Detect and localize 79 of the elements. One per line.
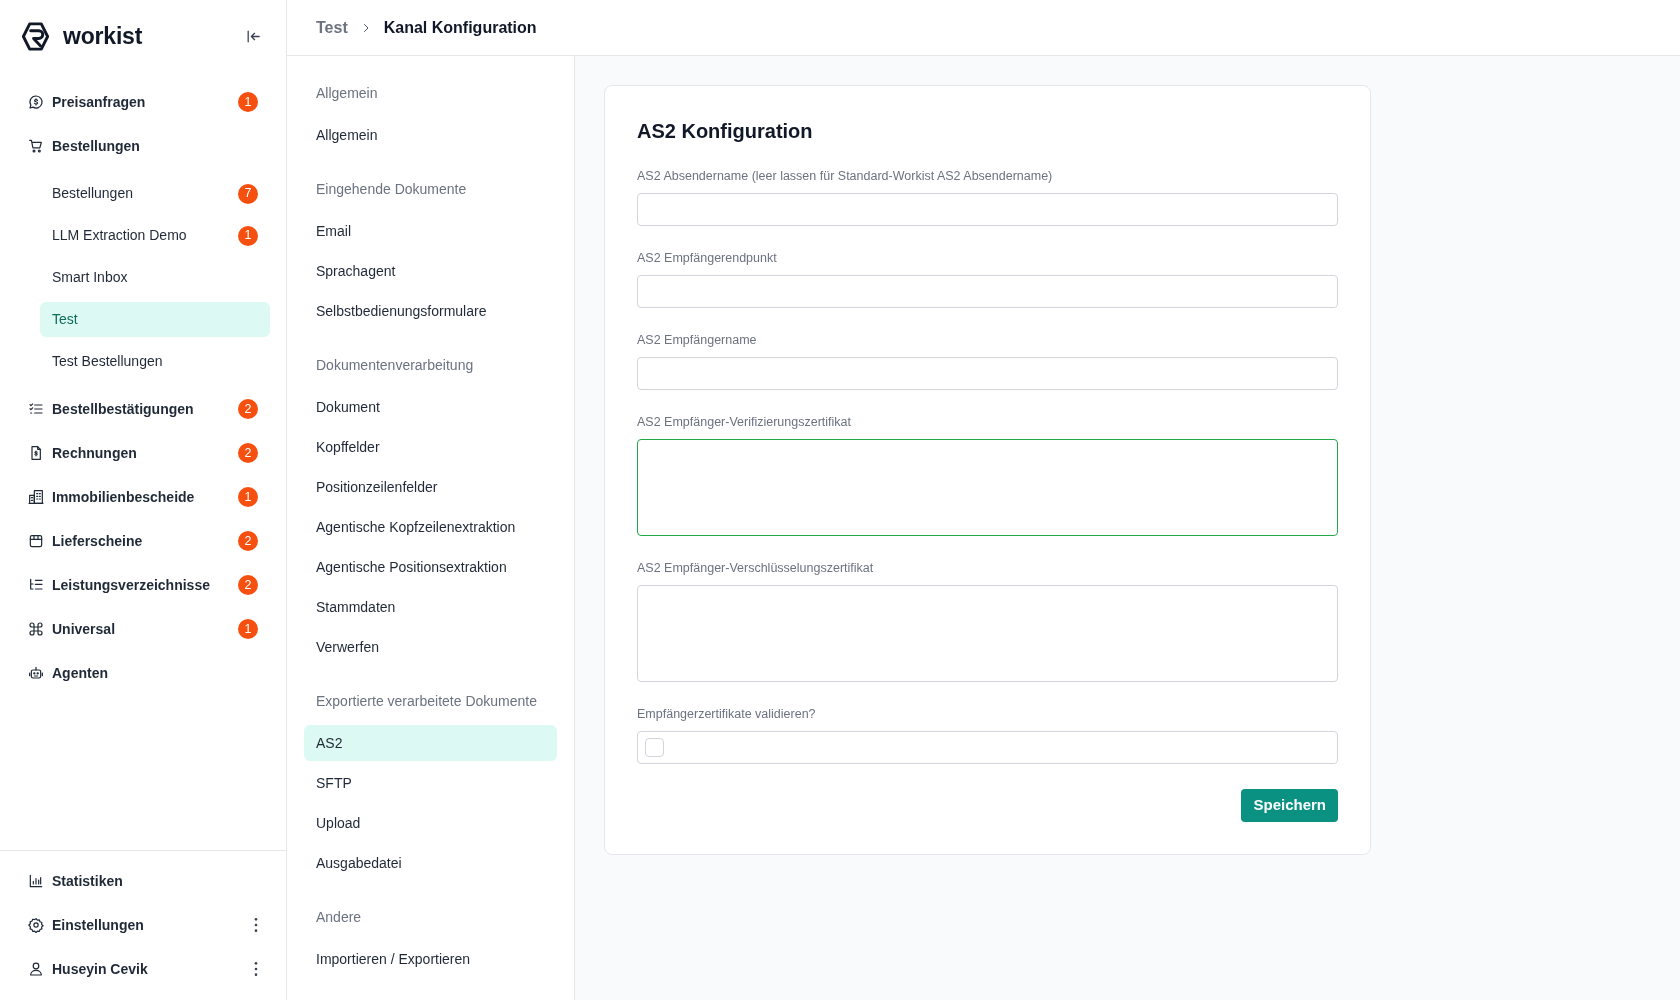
sidebar-subitem[interactable]: Bestellungen 7 [40, 176, 270, 211]
count-badge: 1 [238, 487, 258, 507]
section-heading: Dokumentenverarbeitung [316, 355, 474, 375]
field-label: AS2 Empfängername [637, 332, 758, 348]
page-title: Kanal Konfiguration [383, 17, 537, 38]
checklist-icon [28, 401, 44, 417]
settings-nav-item[interactable]: Upload [304, 805, 557, 841]
settings-nav-item[interactable]: AS2 [304, 725, 557, 761]
input-field[interactable] [637, 193, 1338, 226]
settings-nav-item[interactable]: Agentische Positionsextraktion [304, 549, 557, 585]
input-field[interactable] [637, 275, 1338, 308]
settings-nav-item[interactable]: Agentische Kopfzeilenextraktion [304, 509, 557, 545]
bar-chart-icon [28, 873, 44, 889]
sidebar-subitem[interactable]: LLM Extraction Demo 1 [40, 218, 270, 253]
settings-nav-item[interactable]: Sprachagent [304, 253, 557, 289]
sidebar-item[interactable]: Preisanfragen 1 [16, 80, 270, 124]
logo-icon [20, 20, 51, 52]
sidebar-item[interactable]: Lieferscheine 2 [16, 519, 270, 563]
settings-icon [28, 917, 44, 933]
sidebar-subitem[interactable]: Test Bestellungen [40, 344, 270, 379]
buildings-icon [28, 489, 44, 505]
box-icon [28, 533, 44, 549]
user-icon [28, 961, 44, 977]
breadcrumb-link[interactable]: Test [316, 15, 348, 40]
count-badge: 2 [238, 399, 258, 419]
settings-nav-item[interactable]: Verwerfen [304, 629, 557, 665]
text-area[interactable] [637, 585, 1338, 682]
count-badge: 2 [238, 531, 258, 551]
sidebar-item[interactable]: Bestellbestätigungen 2 [16, 387, 270, 431]
settings-nav-item[interactable]: Email [304, 213, 557, 249]
invoice-icon [28, 445, 44, 461]
count-badge: 2 [238, 443, 258, 463]
checkbox[interactable] [645, 738, 664, 757]
cart-icon [28, 138, 44, 154]
count-badge: 1 [238, 92, 258, 112]
sidebar-item[interactable]: Statistiken [16, 859, 270, 903]
sidebar-item[interactable]: Einstellungen [16, 903, 270, 947]
brand-name: workist [63, 24, 143, 48]
text-area[interactable] [637, 439, 1338, 536]
sidebar-item[interactable]: Rechnungen 2 [16, 431, 270, 475]
settings-nav-item[interactable]: Stammdaten [304, 589, 557, 625]
kebab-icon[interactable] [254, 918, 258, 932]
sidebar-item[interactable]: Bestellungen [16, 124, 270, 168]
sidebar-item[interactable]: Huseyin Cevik [16, 947, 270, 991]
settings-nav-item[interactable]: Kopffelder [304, 429, 557, 465]
sidebar-subitem[interactable]: Test [40, 302, 270, 337]
settings-nav-item[interactable]: Positionzeilenfelder [304, 469, 557, 505]
sidebar-item[interactable]: Immobilienbescheide 1 [16, 475, 270, 519]
settings-nav-item[interactable]: Ausgabedatei [304, 845, 557, 881]
settings-nav-item[interactable]: Importieren / Exportieren [304, 941, 557, 977]
save-button[interactable]: Speichern [1241, 789, 1338, 822]
chat-dollar-icon [28, 94, 44, 110]
sidebar-item[interactable]: Leistungsverzeichnisse 2 [16, 563, 270, 607]
list-tree-icon [28, 577, 44, 593]
section-heading: Exportierte verarbeitete Dokumente [316, 691, 537, 711]
field-label: AS2 Absendername (leer lassen für Standard-Workist AS2 Absendername) [637, 168, 1054, 184]
input-field[interactable] [637, 357, 1338, 390]
form-title: AS2 Konfiguration [637, 119, 814, 144]
settings-nav-item[interactable]: Dokument [304, 389, 557, 425]
command-icon [28, 621, 44, 637]
sidebar-item[interactable]: Universal 1 [16, 607, 270, 651]
section-heading: Andere [316, 907, 362, 927]
settings-nav-item[interactable]: Selbstbedienungsformulare [304, 293, 557, 329]
settings-nav-item[interactable]: Allgemein [304, 117, 557, 153]
sidebar-subitem[interactable]: Smart Inbox [40, 260, 270, 295]
count-badge: 2 [238, 575, 258, 595]
settings-nav-item[interactable]: SFTP [304, 765, 557, 801]
count-badge: 7 [238, 183, 258, 204]
section-heading: Allgemein [316, 83, 378, 103]
field-label: AS2 Empfänger-Verschlüsselungszertifikat [637, 560, 875, 576]
sidebar-item[interactable]: Agenten [16, 651, 270, 695]
section-heading: Eingehende Dokumente [316, 179, 467, 199]
field-label: Empfängerzertifikate validieren? [637, 706, 817, 722]
robot-icon [28, 665, 44, 681]
kebab-icon[interactable] [254, 962, 258, 976]
count-badge: 1 [238, 619, 258, 639]
field-label: AS2 Empfänger-Verifizierungszertifikat [637, 414, 852, 430]
field-label: AS2 Empfängerendpunkt [637, 250, 778, 266]
count-badge: 1 [238, 225, 258, 246]
